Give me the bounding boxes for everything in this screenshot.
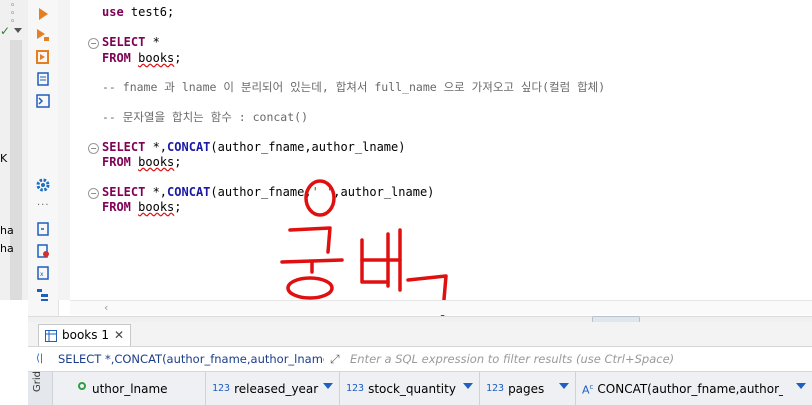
comment-line: -- 문자열을 합치는 함수 : concat() — [102, 110, 308, 124]
code-line: use test6; — [102, 2, 174, 22]
code-text: test6; — [123, 5, 175, 19]
close-tab-icon[interactable]: ✕ — [114, 325, 124, 346]
sort-dropdown-icon[interactable] — [463, 383, 473, 389]
code-text: ; — [174, 155, 182, 169]
table-name: books — [138, 51, 175, 65]
truncated-text: ha — [0, 242, 14, 255]
grid-table-icon — [45, 329, 57, 342]
column-name: released_year — [234, 381, 319, 396]
code-line: FROM books; — [102, 197, 182, 217]
editor-horizontal-scrollbar[interactable]: ‹ — [70, 300, 812, 315]
fold-toggle-icon[interactable]: − — [88, 38, 99, 49]
svg-text:x: x — [40, 271, 44, 278]
keyword: FROM — [102, 51, 131, 65]
code-text: * — [145, 35, 160, 49]
column-header[interactable]: Ac CONCAT(author_fname,author_ln — [576, 372, 812, 405]
table-name: books — [138, 155, 175, 169]
column-name: uthor_lname — [92, 381, 168, 396]
execute-statement-icon[interactable] — [36, 7, 50, 21]
scroll-left-icon[interactable]: ‹ — [104, 301, 108, 314]
code-text: ; — [174, 51, 182, 65]
settings-gear-icon[interactable] — [36, 178, 50, 192]
vertical-dots-icon[interactable]: ◦ ◦ ◦ — [10, 2, 15, 27]
code-line: FROM books; — [102, 152, 182, 172]
code-line: FROM books; — [102, 48, 182, 68]
keyword: FROM — [102, 155, 131, 169]
results-grid-header: Grid uthor_lname 123 released_year 123 sto… — [28, 371, 812, 405]
results-filter-bar: ⟨| SELECT *,CONCAT(author_fname,author_l… — [28, 347, 812, 372]
navigator-panel-edge: ◦ ◦ ◦ ✓ K ha ha — [0, 0, 29, 300]
numeric-type-icon: 123 — [486, 382, 505, 394]
terminal-icon[interactable] — [36, 94, 50, 108]
column-header[interactable]: 123 released_year — [206, 372, 340, 405]
file-error-icon[interactable] — [36, 244, 50, 258]
checkmark-icon: ✓ — [0, 24, 11, 38]
numeric-type-icon: 123 — [346, 382, 365, 394]
keyword: use — [102, 5, 124, 19]
dropdown-arrow-icon[interactable] — [14, 28, 22, 33]
column-header[interactable]: 123 stock_quantity — [340, 372, 480, 405]
column-header[interactable]: 123 pages — [480, 372, 576, 405]
results-tab[interactable]: books 1 ✕ — [38, 324, 132, 346]
column-header[interactable]: uthor_lname — [52, 372, 206, 405]
comment-line: -- fname 과 lname 이 분리되어 있는데, 합쳐서 full_na… — [102, 80, 606, 94]
outline-icon[interactable] — [36, 288, 50, 302]
column-name: pages — [508, 381, 545, 396]
export-icon[interactable] — [36, 222, 50, 236]
sort-dropdown-icon[interactable] — [796, 383, 806, 389]
truncated-text: ha — [0, 224, 14, 237]
table-name: books — [138, 200, 175, 214]
text-type-icon: Ac — [582, 382, 594, 397]
keyword: SELECT — [102, 35, 146, 49]
radio-indicator-icon — [78, 382, 86, 390]
scrollbar[interactable] — [10, 40, 22, 300]
execute-in-new-tab-icon[interactable] — [36, 28, 50, 42]
sort-dropdown-icon[interactable] — [559, 383, 569, 389]
grid-label: Grid — [32, 371, 43, 392]
explain-plan-icon[interactable] — [36, 72, 50, 86]
results-tab-bar: books 1 ✕ — [28, 322, 812, 347]
sql-query-icon: ⟨| — [36, 353, 44, 364]
format-sql-icon[interactable]: x — [36, 266, 50, 280]
column-name: CONCAT(author_fname,author_ln — [597, 381, 784, 396]
editor-gutter — [58, 0, 70, 300]
code-text: (author_fname,author_lname) — [210, 140, 406, 154]
sort-dropdown-icon[interactable] — [323, 383, 333, 389]
keyword: FROM — [102, 200, 131, 214]
editor-toolbar: ··· x — [28, 0, 59, 320]
truncated-text: K — [0, 152, 8, 165]
more-dots-icon[interactable]: ··· — [37, 200, 50, 211]
fold-toggle-icon[interactable]: − — [88, 143, 99, 154]
column-name: stock_quantity — [368, 381, 456, 396]
current-query-text[interactable]: SELECT *,CONCAT(author_fname,author_lnam… — [58, 347, 324, 371]
results-tab-label: books 1 — [62, 328, 109, 342]
execute-script-icon[interactable] — [36, 50, 50, 64]
fold-toggle-icon[interactable]: − — [88, 188, 99, 199]
numeric-type-icon: 123 — [212, 382, 231, 394]
filter-expression-input[interactable]: Enter a SQL expression to filter results… — [350, 347, 810, 371]
code-text: ; — [174, 200, 182, 214]
grid-view-toggle[interactable]: Grid — [28, 371, 53, 405]
expand-icon[interactable]: ⤢ — [330, 347, 340, 371]
